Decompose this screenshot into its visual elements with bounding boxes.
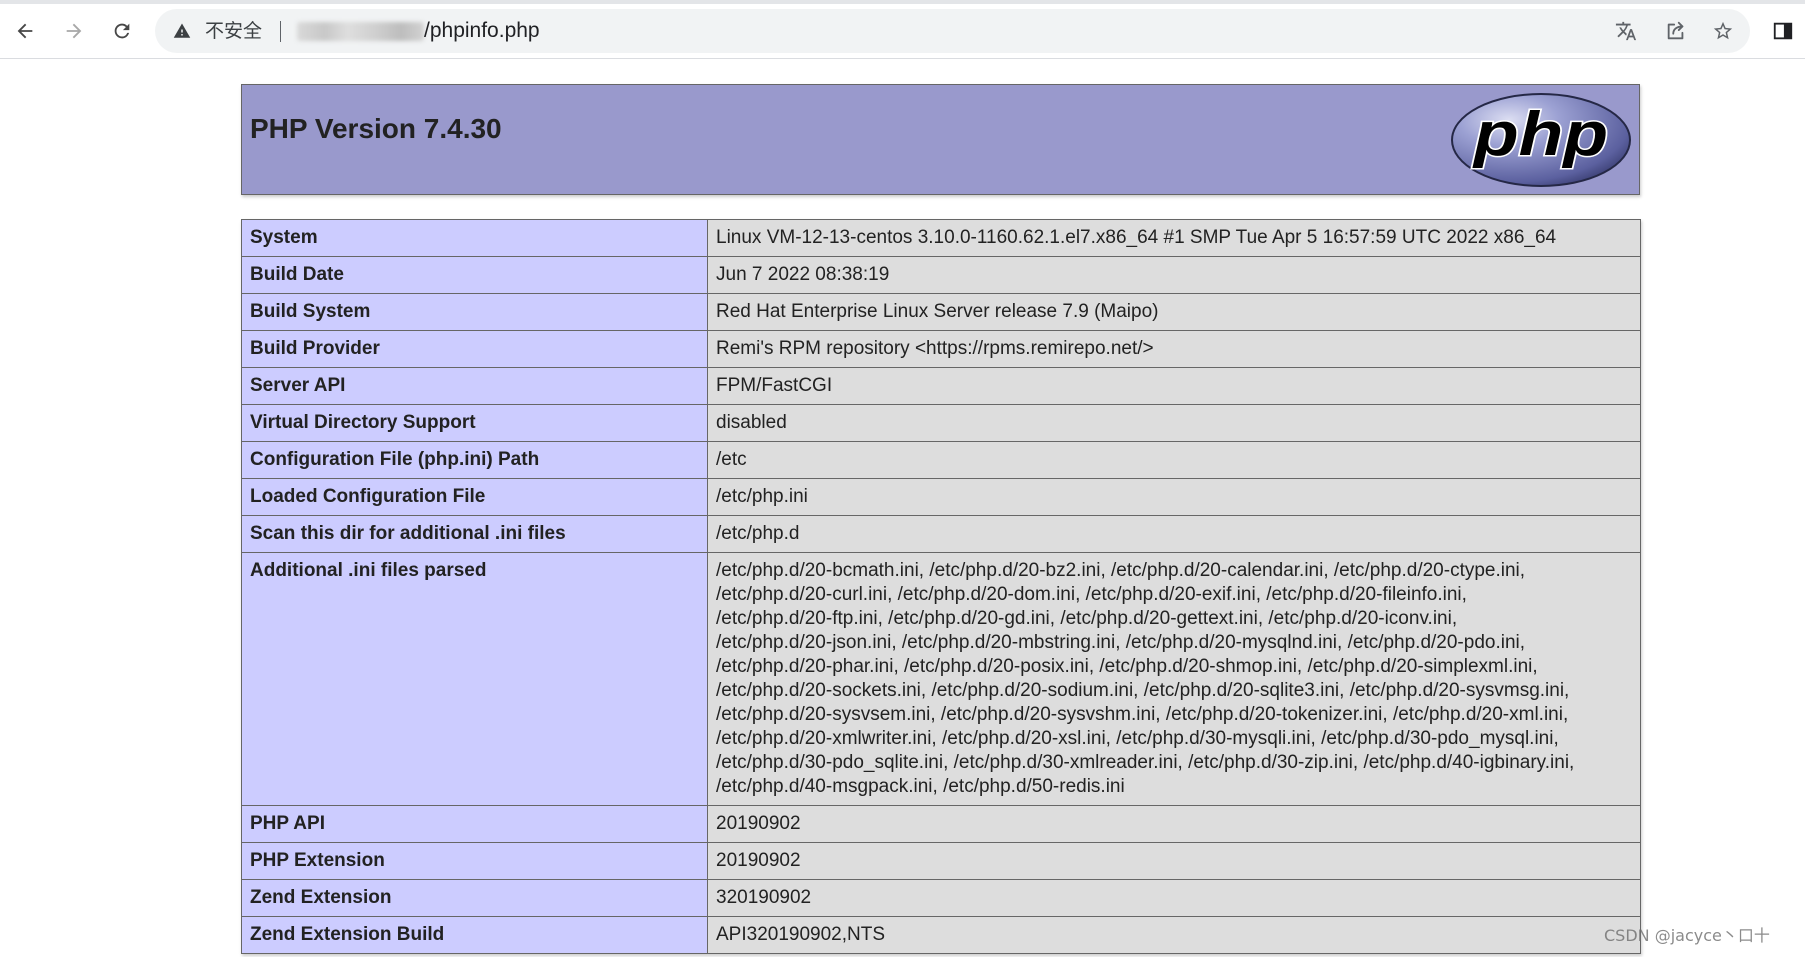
row-value: 320190902 [707,879,1641,917]
back-arrow-icon [17,23,33,39]
php-logo-text: php [1472,100,1608,169]
row-label: Build System [241,293,708,331]
table-row: Scan this dir for additional .ini files … [241,515,1641,553]
row-label: Configuration File (php.ini) Path [241,441,708,479]
ini-file-line: /etc/php.d/20-bcmath.ini, /etc/php.d/20-… [716,560,1526,581]
translate-icon [1615,21,1637,41]
info-table: System Linux VM-12-13-centos 3.10.0-1160… [241,219,1641,954]
table-row: Additional .ini files parsed /etc/php.d/… [241,552,1641,806]
php-version-header: PHP Version 7.4.30 php [241,84,1640,195]
reload-button[interactable] [105,14,139,48]
table-row: Build Provider Remi's RPM repository <ht… [241,330,1641,368]
ini-file-line: /etc/php.d/30-pdo_sqlite.ini, /etc/php.d… [716,752,1575,773]
row-label: Build Provider [241,330,708,368]
side-panel-icon [1773,22,1793,40]
ini-file-line: /etc/php.d/20-xmlwriter.ini, /etc/php.d/… [716,728,1559,749]
table-row: Configuration File (php.ini) Path /etc [241,441,1641,479]
table-row: Server API FPM/FastCGI [241,367,1641,405]
row-value: /etc/php.ini [707,478,1641,516]
table-row: Zend Extension 320190902 [241,879,1641,917]
table-row: Virtual Directory Support disabled [241,404,1641,442]
ini-file-line: /etc/php.d/20-ftp.ini, /etc/php.d/20-gd.… [716,608,1458,629]
side-panel-button[interactable] [1772,20,1794,42]
ini-file-line: /etc/php.d/20-json.ini, /etc/php.d/20-mb… [716,632,1526,653]
row-value: API320190902,NTS [707,916,1641,954]
row-label: Zend Extension [241,879,708,917]
ini-file-line: /etc/php.d/20-sysvsem.ini, /etc/php.d/20… [716,704,1569,725]
row-label: Loaded Configuration File [241,478,708,516]
translate-button[interactable] [1615,20,1637,42]
row-value: 20190902 [707,805,1641,843]
php-logo: php [1451,93,1631,187]
bookmark-button[interactable] [1712,20,1734,42]
reload-icon [114,23,130,39]
share-button[interactable] [1665,20,1687,42]
forward-arrow-icon [66,23,82,39]
security-label: 不安全 [205,20,263,42]
table-row: PHP Extension 20190902 [241,842,1641,880]
star-icon [1713,21,1733,40]
url-path: /phpinfo.php [424,19,540,42]
table-row: Loaded Configuration File /etc/php.ini [241,478,1641,516]
page-title: PHP Version 7.4.30 [250,113,502,144]
row-value: FPM/FastCGI [707,367,1641,405]
row-value: /etc/php.d [707,515,1641,553]
row-label: PHP Extension [241,842,708,880]
row-value: Remi's RPM repository <https://rpms.remi… [707,330,1641,368]
browser-toolbar: 不安全 /phpinfo.php [0,4,1805,59]
row-label: System [241,219,708,257]
row-label: PHP API [241,805,708,843]
blurred-hostname [297,22,424,41]
row-value: Red Hat Enterprise Linux Server release … [707,293,1641,331]
address-separator [280,21,281,42]
ini-file-line: /etc/php.d/20-sockets.ini, /etc/php.d/20… [716,680,1570,701]
row-value: /etc [707,441,1641,479]
row-value: Jun 7 2022 08:38:19 [707,256,1641,294]
row-value: /etc/php.d/20-bcmath.ini, /etc/php.d/20-… [707,552,1641,806]
security-chip[interactable]: 不安全 [167,16,285,46]
php-logo-link[interactable]: php [1450,92,1632,188]
share-icon [1667,21,1684,40]
row-label: Build Date [241,256,708,294]
ini-file-line: /etc/php.d/40-msgpack.ini, /etc/php.d/50… [716,776,1125,797]
table-row: PHP API 20190902 [241,805,1641,843]
ini-file-line: /etc/php.d/20-curl.ini, /etc/php.d/20-do… [716,584,1467,605]
back-button[interactable] [8,14,42,48]
warning-triangle-icon [173,23,191,38]
row-label: Scan this dir for additional .ini files [241,515,708,553]
row-value: Linux VM-12-13-centos 3.10.0-1160.62.1.e… [707,219,1641,257]
row-value: disabled [707,404,1641,442]
row-label: Additional .ini files parsed [241,552,708,806]
watermark: CSDN @jacyce丶口十 [1604,926,1770,945]
row-label: Server API [241,367,708,405]
row-label: Virtual Directory Support [241,404,708,442]
row-value: 20190902 [707,842,1641,880]
ini-file-line: /etc/php.d/20-phar.ini, /etc/php.d/20-po… [716,656,1538,677]
forward-button[interactable] [57,14,91,48]
table-row: Build System Red Hat Enterprise Linux Se… [241,293,1641,331]
table-row: Zend Extension Build API320190902,NTS [241,916,1641,954]
address-bar[interactable]: 不安全 /phpinfo.php [155,9,1750,53]
table-row: Build Date Jun 7 2022 08:38:19 [241,256,1641,294]
row-label: Zend Extension Build [241,916,708,954]
table-row: System Linux VM-12-13-centos 3.10.0-1160… [241,219,1641,257]
